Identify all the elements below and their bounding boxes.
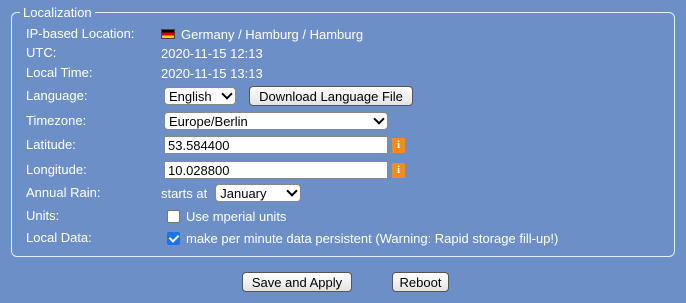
chevron-down-icon [286, 185, 298, 197]
timezone-label: Timezone: [26, 113, 87, 128]
utc-value: 2020-11-15 12:13 [161, 45, 263, 61]
reboot-button[interactable]: Reboot [392, 272, 449, 292]
localization-fieldset: Localization IP-based Location: Germany … [11, 5, 675, 257]
imperial-units-checkbox-label: Use mperial units [186, 208, 287, 224]
longitude-controls: i [161, 159, 405, 181]
units-controls: Use mperial units [161, 205, 286, 227]
latitude-row: Latitude: i [26, 134, 666, 156]
checkmark-icon [168, 231, 179, 243]
save-and-apply-button[interactable]: Save and Apply [242, 272, 352, 292]
language-select[interactable]: English [164, 87, 236, 105]
download-language-file-button[interactable]: Download Language File [249, 86, 413, 106]
units-label: Units: [26, 208, 60, 223]
language-controls: English Download Language File [161, 85, 413, 107]
utc-row: UTC: 2020-11-15 12:13 [26, 42, 666, 64]
rain-start-month-value: January [220, 185, 267, 201]
rain-start-month-select[interactable]: January [215, 184, 302, 202]
latitude-input[interactable] [164, 136, 388, 154]
latitude-info-icon[interactable]: i [392, 137, 405, 153]
germany-flag-icon [161, 29, 175, 39]
latitude-controls: i [161, 134, 405, 156]
local-data-label: Local Data: [26, 230, 92, 245]
ip-location-value: Germany / Hamburg / Hamburg [181, 26, 364, 42]
language-row: Language: English Download Language File [26, 85, 666, 107]
latitude-label: Latitude: [26, 137, 76, 152]
longitude-row: Longitude: i [26, 159, 666, 181]
imperial-units-checkbox[interactable] [167, 209, 180, 223]
timezone-row: Timezone: Europe/Berlin [26, 110, 666, 132]
longitude-input[interactable] [164, 161, 388, 179]
local-time-value: 2020-11-15 13:13 [161, 65, 263, 81]
annual-rain-controls: starts at January [161, 182, 302, 204]
local-time-row: Local Time: 2020-11-15 13:13 [26, 62, 666, 84]
timezone-controls: Europe/Berlin [161, 110, 388, 132]
persistent-data-checkbox-label: make per minute data persistent (Warning… [186, 230, 559, 246]
chevron-down-icon [221, 88, 233, 100]
persistent-data-checkbox[interactable] [167, 231, 180, 245]
longitude-label: Longitude: [26, 162, 87, 177]
timezone-select-value: Europe/Berlin [169, 113, 248, 129]
local-data-row: Local Data: make per minute data persist… [26, 227, 666, 249]
longitude-info-icon[interactable]: i [392, 162, 405, 178]
language-select-value: English [169, 88, 212, 104]
annual-rain-label: Annual Rain: [26, 185, 101, 200]
language-label: Language: [26, 88, 88, 103]
local-data-controls: make per minute data persistent (Warning… [161, 227, 558, 249]
units-row: Units: Use mperial units [26, 205, 666, 227]
annual-rain-row: Annual Rain: starts at January [26, 182, 666, 204]
utc-label: UTC: [26, 45, 57, 60]
timezone-select[interactable]: Europe/Berlin [164, 112, 388, 130]
local-time-label: Local Time: [26, 65, 93, 80]
chevron-down-icon [373, 113, 385, 125]
fieldset-legend: Localization [20, 5, 95, 20]
annual-rain-prefix: starts at [161, 185, 208, 201]
